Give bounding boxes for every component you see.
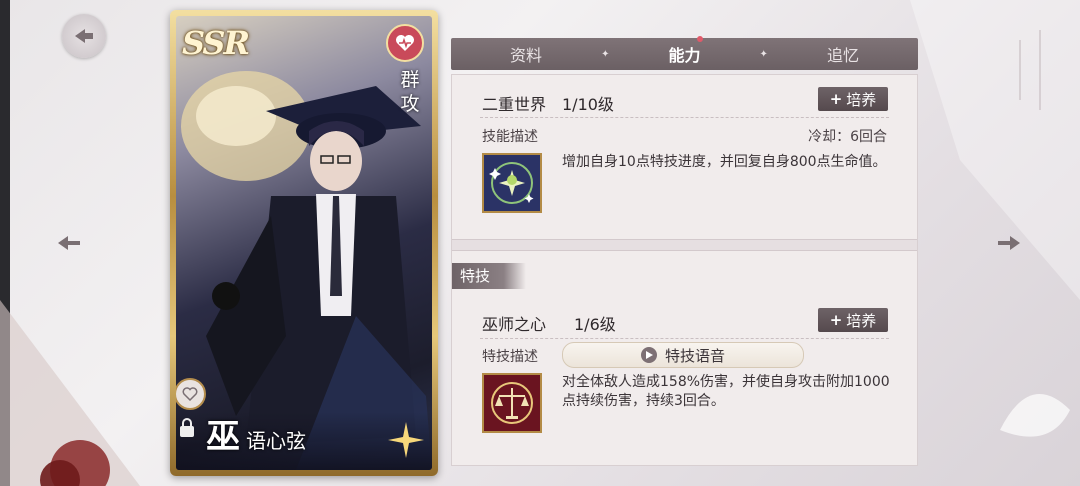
character-name: 语心弦 [246,429,306,453]
device-edge [0,0,10,486]
star-moon-icon [489,162,534,204]
next-card-button[interactable] [994,228,1024,258]
special-icon [482,373,542,433]
arrow-right-icon [998,236,1020,250]
special-name: 巫师之心 [482,315,547,334]
previous-card-button[interactable] [54,228,84,258]
back-arrow-icon [75,29,93,43]
tab-profile[interactable]: 资料 [451,42,601,66]
skill-description: 增加自身10点特技进度，并回复自身800点生命值。 [562,154,887,170]
character-illustration [181,71,432,470]
notification-dot [696,36,703,42]
arrow-left-icon [58,236,80,250]
special-description: 对全体敌人造成158%伤害，并使自身攻击附加1000点持续伤害，持续3回合。 [562,374,890,409]
divider-line [480,117,889,118]
plus-icon: + [829,90,843,108]
ability-panel: 二重世界 1/10级 + 培养 技能描述 冷却：6回合 增加自身10点特技进度，… [451,74,918,466]
tab-separator: ✦ [759,48,768,60]
divider-line [480,338,889,339]
special-desc-label: 特技描述 [482,349,538,365]
special-level: 1/6级 [574,315,616,334]
skill-icon [482,153,542,213]
special-train-button[interactable]: + 培养 [818,308,888,332]
tab-bar: 资料 ✦ 能力 ✦ 追忆 [451,36,918,70]
section-divider [452,239,917,251]
back-button[interactable] [62,14,106,58]
skill-level: 1/10级 [562,95,614,114]
skill-cooldown: 冷却：6回合 [808,129,887,145]
favorability-button[interactable] [386,24,424,62]
special-section-tag: 特技 [452,263,526,289]
card-title-char: 巫 [206,417,240,457]
tab-memory[interactable]: 追忆 [768,42,918,66]
rarity-label: SSR [182,24,250,62]
scales-icon [491,382,533,424]
skill-train-label: 培养 [846,90,877,109]
sparkle-icon [388,422,424,458]
tab-separator: ✦ [601,48,610,60]
skill-name: 二重世界 [482,95,547,114]
tab-ability-label: 能力 [668,46,701,65]
special-voice-label: 特技语音 [664,346,725,365]
card-artwork-frame: SSR 群攻 巫 语心弦 [176,16,432,470]
special-voice-button[interactable]: 特技语音 [562,342,804,368]
card-type-label: 群攻 [400,69,420,115]
lock-icon[interactable] [178,418,196,438]
special-train-label: 培养 [846,311,877,330]
skill-desc-label: 技能描述 [482,129,538,145]
heart-outline-icon [182,387,198,401]
heartbeat-icon [396,35,414,51]
plus-icon: + [829,311,843,329]
skill-train-button[interactable]: + 培养 [818,87,888,111]
character-card[interactable]: SSR 群攻 巫 语心弦 [170,10,438,476]
tab-ability[interactable]: 能力 [609,36,759,66]
play-icon [640,347,657,363]
